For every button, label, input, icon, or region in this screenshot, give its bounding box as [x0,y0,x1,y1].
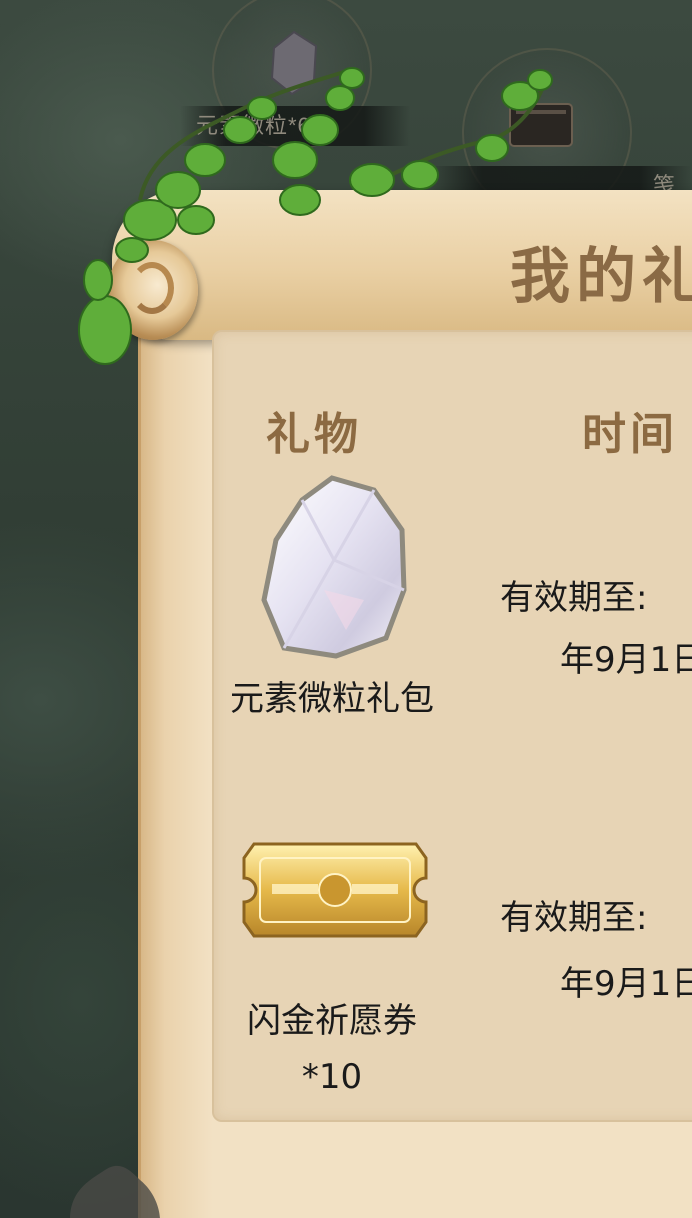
crystal-icon [270,30,318,96]
game-screen: 元素微粒*600 …笺 我的礼 礼物 时间 元素微粒礼包 有效期至: 年9月1日 [0,0,692,1218]
shrub-decoration [70,1165,160,1218]
valid-until-label: 有效期至: [500,898,648,938]
book-icon [509,103,573,147]
crystal-icon [261,475,407,659]
gift-name: 元素微粒礼包 [230,679,434,719]
valid-until-date: 年9月1日 [560,964,692,1004]
page-title: 我的礼 [510,242,692,312]
gold-ticket-icon [242,842,428,938]
valid-until-label: 有效期至: [500,578,648,618]
gift-name: 闪金祈愿券 [247,1001,417,1041]
bg-reward-caption-1: 元素微粒*600 [180,106,410,146]
gift-quantity: *10 [301,1057,363,1097]
scroll-curl-spiral [130,262,174,314]
valid-until-date: 年9月1日 [560,640,692,680]
header-gift: 礼物 [266,409,362,460]
header-time: 时间 [582,409,678,460]
